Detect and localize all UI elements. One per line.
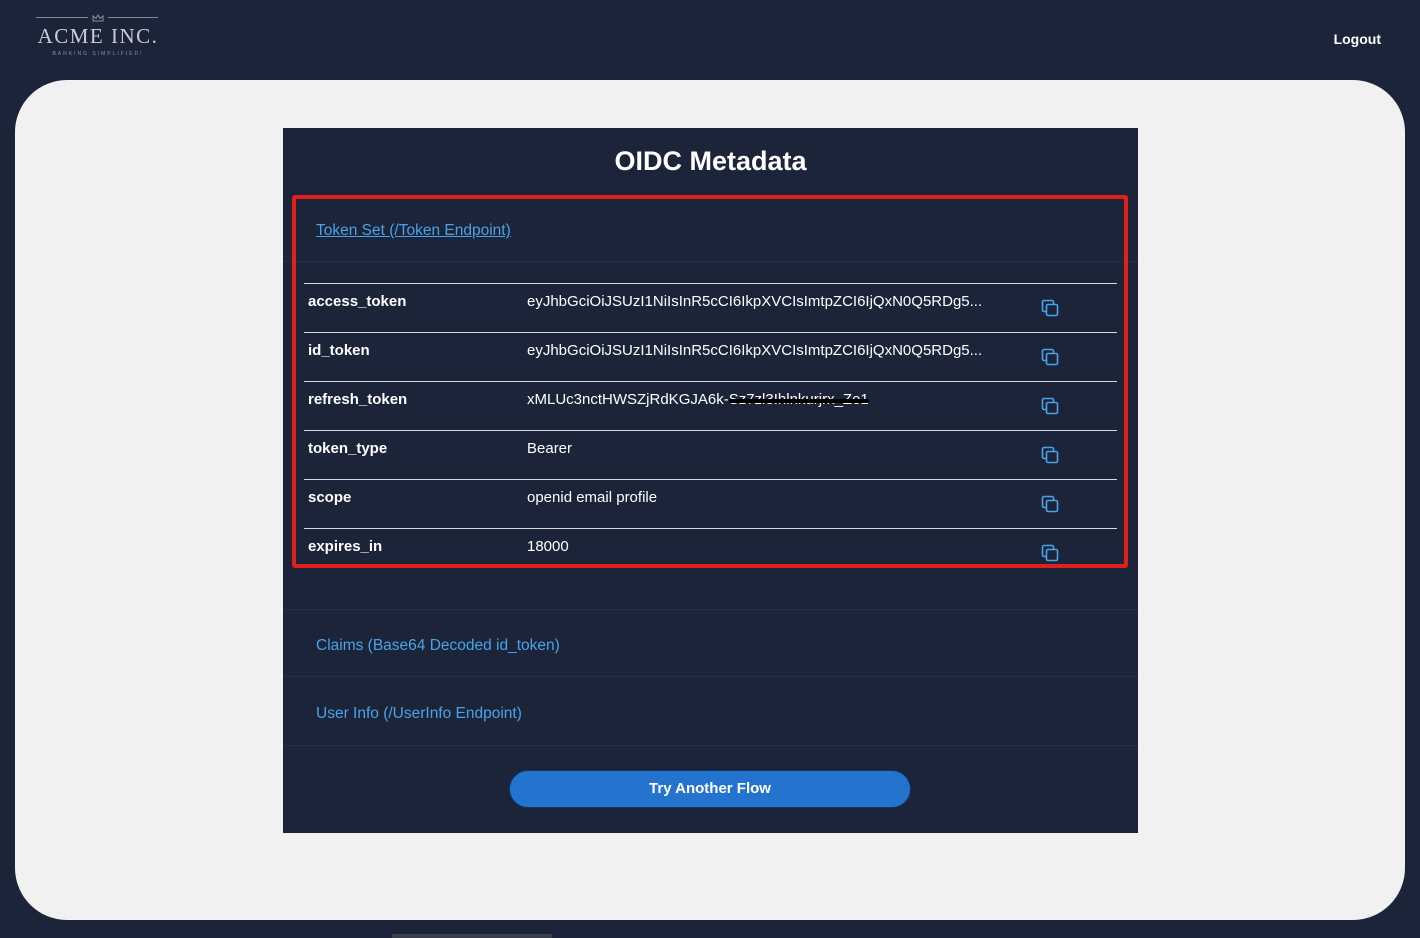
oidc-metadata-card: OIDC Metadata Token Set (/Token Endpoint… [283, 128, 1138, 833]
try-another-flow-button[interactable]: Try Another Flow [509, 770, 911, 808]
logout-link[interactable]: Logout [1334, 31, 1381, 47]
section-divider [283, 609, 1138, 610]
logo-tagline: BANKING SIMPLIFIED! [52, 51, 144, 57]
logo-name: ACME INC. [37, 24, 159, 48]
crown-icon [92, 14, 104, 22]
highlight-box [292, 195, 1128, 568]
page-title: OIDC Metadata [614, 146, 807, 176]
logo-rule-right [108, 17, 158, 18]
section-divider [283, 676, 1138, 677]
userinfo-section-link[interactable]: User Info (/UserInfo Endpoint) [316, 705, 522, 723]
section-divider [283, 745, 1138, 746]
claims-section-link[interactable]: Claims (Base64 Decoded id_token) [316, 637, 560, 655]
logo-rule-left [36, 17, 88, 18]
scrollbar-thumb[interactable] [392, 934, 552, 938]
top-bar: ACME INC. BANKING SIMPLIFIED! Logout [0, 0, 1420, 80]
